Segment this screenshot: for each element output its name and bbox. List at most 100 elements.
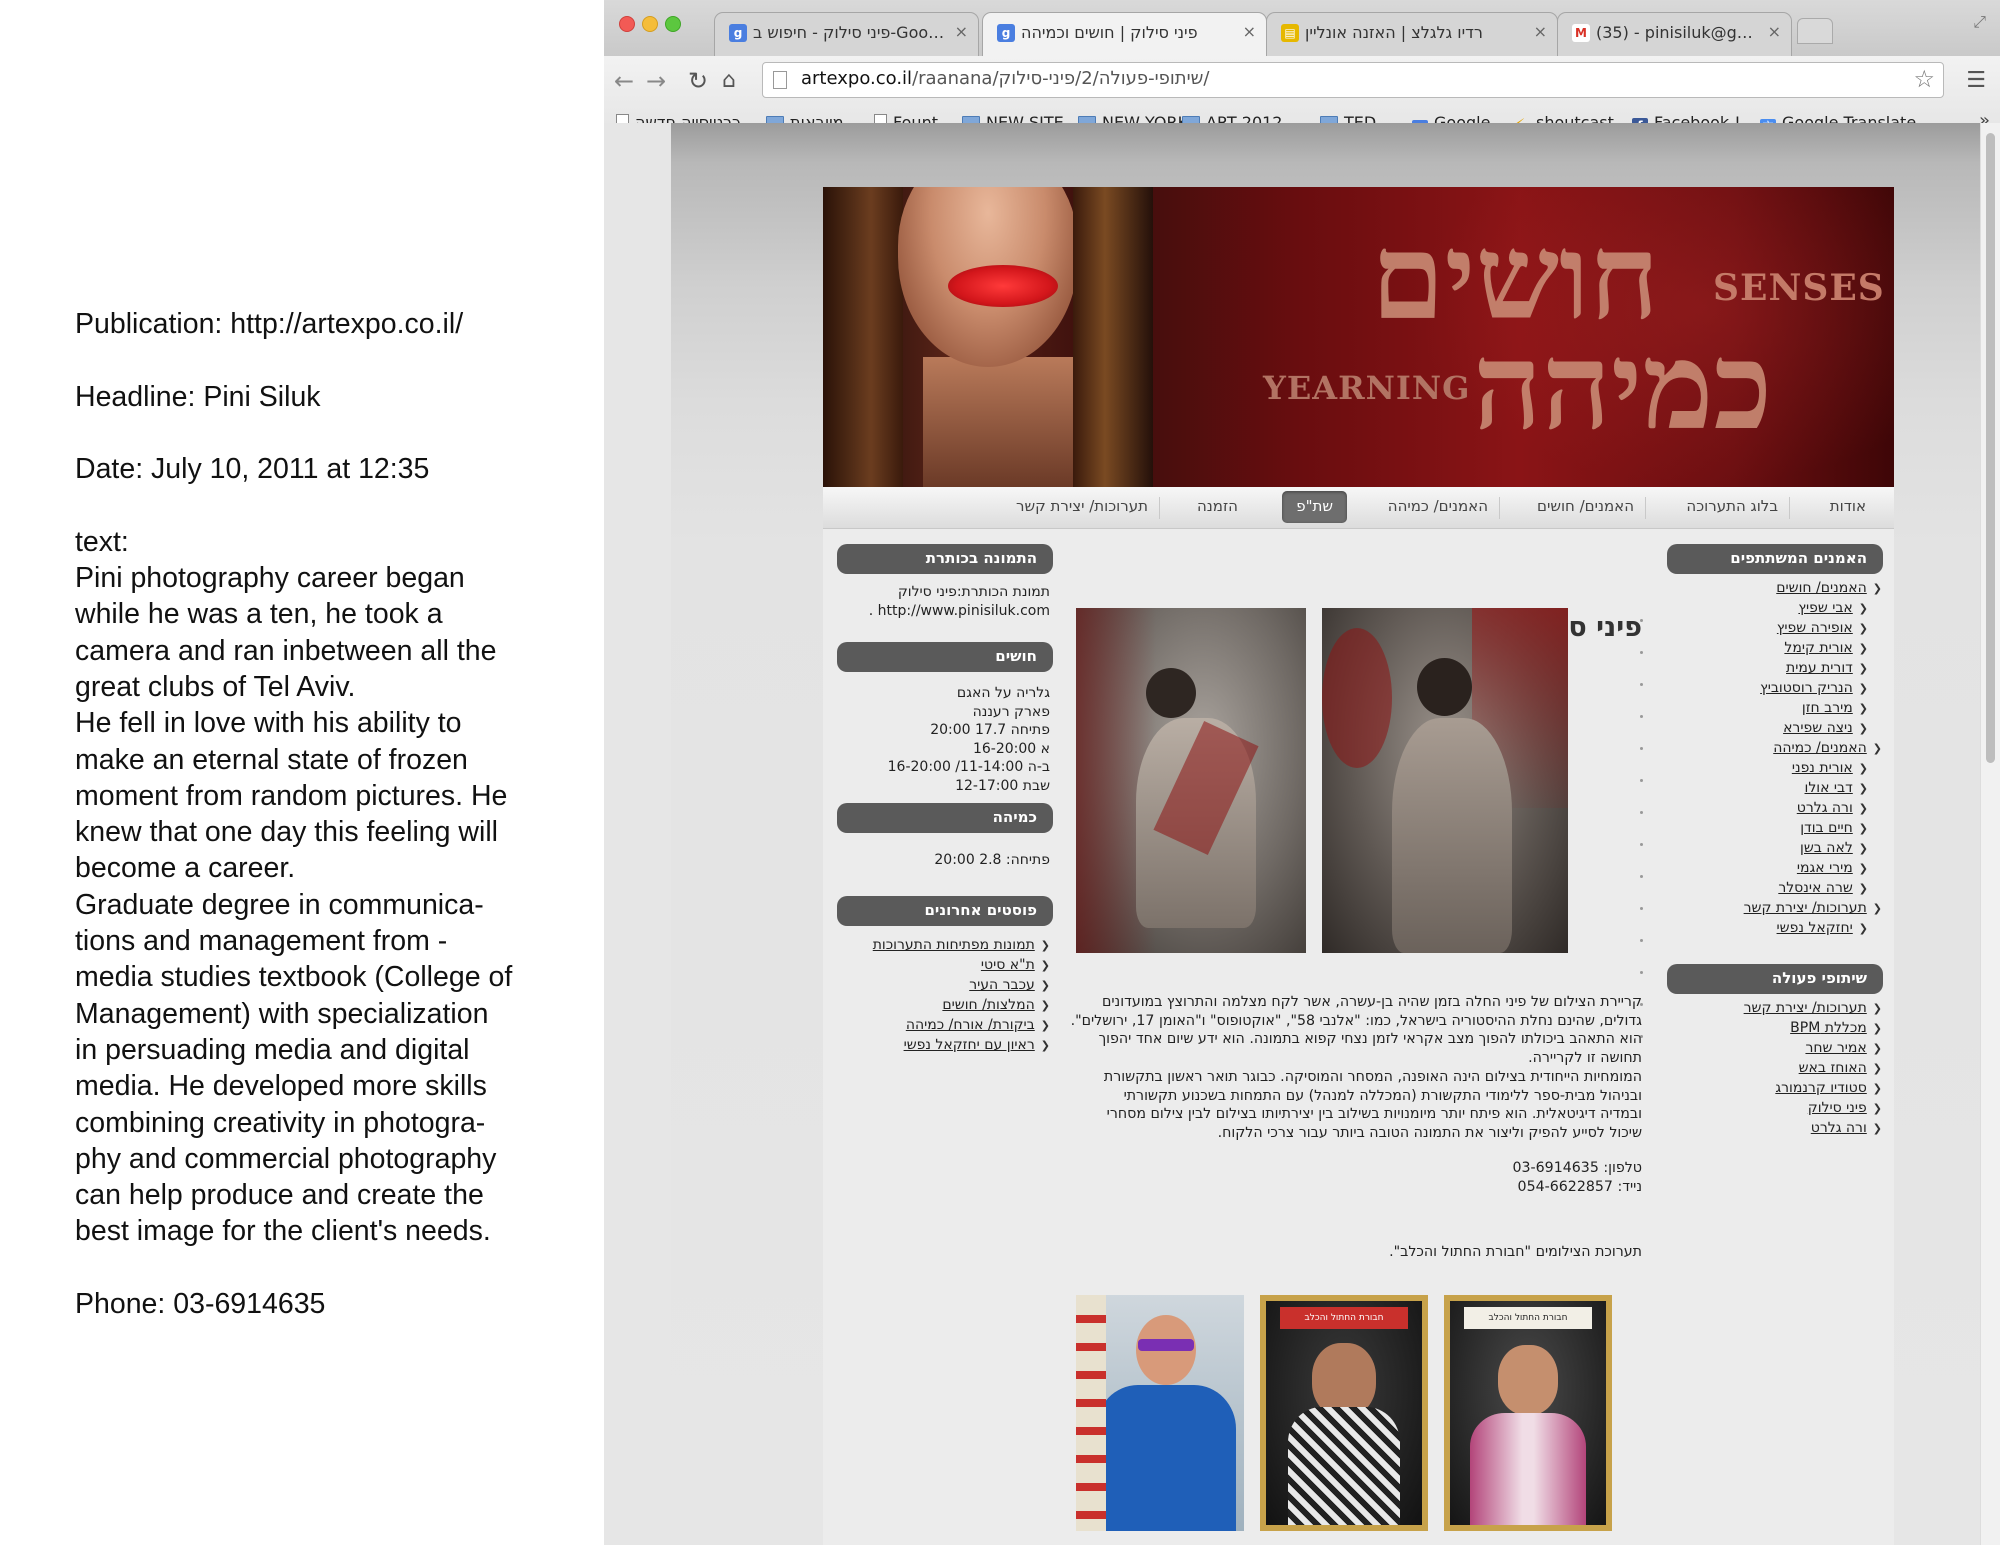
publication-line: Graduate degree in communica- bbox=[75, 888, 484, 921]
list-link[interactable]: שרה אינסלר bbox=[1778, 880, 1852, 896]
list-link[interactable]: חיים בודן bbox=[1800, 820, 1853, 836]
list-item[interactable]: ❮ ורה גלרט bbox=[1666, 1120, 1882, 1140]
list-item[interactable]: ❮ שרה אינסלר bbox=[1666, 880, 1882, 900]
list-item[interactable]: ❮ ת"א סיטי bbox=[834, 957, 1050, 977]
list-link[interactable]: ראיון עם יחזקאל נפשי bbox=[904, 1037, 1035, 1053]
decorative-dot bbox=[1640, 715, 1643, 718]
fullscreen-icon[interactable]: ⤢ bbox=[1973, 12, 1986, 32]
list-item[interactable]: ❮ אורית נפני bbox=[1666, 760, 1882, 780]
address-bar[interactable]: artexpo.co.il/raanana/שיתופי-פעולה/2/פינ… bbox=[762, 62, 1944, 98]
list-item[interactable]: ❮ חיים בודן bbox=[1666, 820, 1882, 840]
list-item[interactable]: ❮ לאה בשן bbox=[1666, 840, 1882, 860]
list-item[interactable]: ❮ אבי שפיץ bbox=[1666, 600, 1882, 620]
minimize-window-icon[interactable] bbox=[642, 16, 658, 32]
list-link[interactable]: אורית קימל bbox=[1784, 640, 1852, 656]
nav-item[interactable]: בלוג התערוכה bbox=[1686, 497, 1778, 515]
list-link[interactable]: אמיר שחר bbox=[1805, 1040, 1866, 1056]
tab-close-icon[interactable]: × bbox=[1768, 22, 1781, 41]
list-item[interactable]: ❮ פיני סילוק bbox=[1666, 1100, 1882, 1120]
list-link[interactable]: הנריק רוסטוביץ bbox=[1760, 680, 1853, 696]
list-link[interactable]: אורית נפני bbox=[1792, 760, 1853, 776]
nav-item[interactable]: האמנים/ חושים bbox=[1537, 497, 1634, 515]
list-link[interactable]: תערוכות/ יצירת קשר bbox=[1744, 900, 1867, 916]
list-item[interactable]: ❮ תמונות מפתיחות התערוכות bbox=[834, 937, 1050, 957]
list-item[interactable]: ❮ תערוכות/ יצירת קשר bbox=[1666, 1000, 1882, 1020]
list-item[interactable]: ❮ האוחז באש bbox=[1666, 1060, 1882, 1080]
list-item[interactable]: ❮ עכבר העיר bbox=[834, 977, 1050, 997]
tab-close-icon[interactable]: × bbox=[1534, 22, 1547, 41]
browser-tab[interactable]: ▤ רדיו גלגלצ | האזנה אונליין × bbox=[1266, 12, 1558, 56]
list-link[interactable]: מירי אגמי bbox=[1797, 860, 1853, 876]
list-link[interactable]: אבי שפיץ bbox=[1798, 600, 1852, 616]
list-item[interactable]: ❮ אופירה שפיץ bbox=[1666, 620, 1882, 640]
list-link[interactable]: יחזקאל נפשי bbox=[1777, 920, 1853, 936]
list-item[interactable]: ❮ מירי אגמי bbox=[1666, 860, 1882, 880]
nav-item[interactable]: תערוכות/ יצירת קשר bbox=[1016, 497, 1148, 515]
scrollbar-thumb[interactable] bbox=[1986, 133, 1995, 763]
list-item[interactable]: ❮ דורית עמית bbox=[1666, 660, 1882, 680]
list-item[interactable]: ❮ המלצות/ חושים bbox=[834, 997, 1050, 1017]
list-link[interactable]: לאה בשן bbox=[1800, 840, 1853, 856]
list-item[interactable]: ❮ תערוכות/ יצירת קשר bbox=[1666, 900, 1882, 920]
list-link[interactable]: אופירה שפיץ bbox=[1777, 620, 1853, 636]
list-link[interactable]: סטודיו קרנמורג bbox=[1775, 1080, 1866, 1096]
list-link[interactable]: האמנים/ חושים bbox=[1776, 580, 1867, 596]
chrome-menu-icon[interactable]: ☰ bbox=[1966, 68, 1986, 93]
list-link[interactable]: האמנים/ כמיהה bbox=[1773, 740, 1867, 756]
list-link[interactable]: תערוכות/ יצירת קשר bbox=[1744, 1000, 1867, 1016]
list-link[interactable]: המלצות/ חושים bbox=[942, 997, 1034, 1013]
list-link[interactable]: דורית עמית bbox=[1786, 660, 1853, 676]
list-item[interactable]: ❮ הנריק רוסטוביץ bbox=[1666, 680, 1882, 700]
list-link[interactable]: ת"א סיטי bbox=[981, 957, 1035, 973]
list-link[interactable]: דבי אולו bbox=[1805, 780, 1853, 796]
list-item[interactable]: ❮ אורית קימל bbox=[1666, 640, 1882, 660]
list-item[interactable]: ❮ ראיון עם יחזקאל נפשי bbox=[834, 1037, 1050, 1057]
poster-robe-man: חבורת החתול והכלב bbox=[1444, 1295, 1612, 1531]
list-link[interactable]: ביקורת/ אורח/ כמיהה bbox=[906, 1017, 1035, 1033]
list-item[interactable]: ❮ יחזקאל נפשי bbox=[1666, 920, 1882, 940]
banner-lips bbox=[948, 265, 1058, 307]
bookmark-star-icon[interactable]: ☆ bbox=[1913, 65, 1935, 93]
forward-arrow-icon[interactable]: → bbox=[646, 66, 666, 96]
list-link[interactable]: ורה גלרט bbox=[1797, 800, 1853, 816]
list-item[interactable]: ❮ סטודיו קרנמורג bbox=[1666, 1080, 1882, 1100]
list-item[interactable]: ❮ האמנים/ כמיהה bbox=[1666, 740, 1882, 760]
list-item[interactable]: ❮ ביקורת/ אורח/ כמיהה bbox=[834, 1017, 1050, 1037]
senses-widget-title: חושים bbox=[837, 642, 1053, 672]
list-item[interactable]: ❮ האמנים/ חושים bbox=[1666, 580, 1882, 600]
chevron-left-icon: ❮ bbox=[1858, 722, 1868, 735]
tab-close-icon[interactable]: × bbox=[955, 22, 968, 41]
list-link[interactable]: פיני סילוק bbox=[1808, 1100, 1867, 1116]
decorative-dot bbox=[1640, 811, 1643, 814]
list-link[interactable]: ורה גלרט bbox=[1811, 1120, 1867, 1136]
banner-title-senses: SENSES bbox=[1713, 267, 1885, 309]
home-icon[interactable]: ⌂ bbox=[722, 66, 736, 96]
list-link[interactable]: מכללת BPM bbox=[1790, 1020, 1867, 1036]
list-item[interactable]: ❮ ניצה שפירא bbox=[1666, 720, 1882, 740]
list-link[interactable]: האוחז באש bbox=[1799, 1060, 1867, 1076]
back-arrow-icon[interactable]: ← bbox=[614, 66, 634, 96]
artists-list: ❮ האמנים/ חושים ❮ אבי שפיץ ❮ אופירה שפיץ ❮ אורי… bbox=[1666, 580, 1882, 940]
maximize-window-icon[interactable] bbox=[665, 16, 681, 32]
tab-close-icon[interactable]: × bbox=[1243, 22, 1256, 41]
nav-item[interactable]: האמנים/ כמיהה bbox=[1388, 497, 1488, 515]
browser-tab[interactable]: M (35) - pinisiluk@gmail.com × bbox=[1557, 12, 1792, 56]
nav-item[interactable]: אודות bbox=[1830, 497, 1866, 515]
close-window-icon[interactable] bbox=[619, 16, 635, 32]
list-link[interactable]: מירב חזן bbox=[1802, 700, 1853, 716]
nav-item[interactable]: הזמנה bbox=[1197, 497, 1238, 515]
reload-icon[interactable]: ↻ bbox=[688, 66, 708, 96]
list-item[interactable]: ❮ מכללת BPM bbox=[1666, 1020, 1882, 1040]
list-link[interactable]: עכבר העיר bbox=[969, 977, 1035, 993]
list-link[interactable]: ניצה שפירא bbox=[1783, 720, 1853, 736]
browser-tab[interactable]: g פיני סילוק | חושים וכמיהה × bbox=[982, 12, 1267, 56]
list-item[interactable]: ❮ מירב חזן bbox=[1666, 700, 1882, 720]
browser-tab[interactable]: g פיני סילוק - חיפוש ב-Google × bbox=[714, 12, 979, 56]
list-item[interactable]: ❮ ורה גלרט bbox=[1666, 800, 1882, 820]
new-tab-button[interactable] bbox=[1797, 18, 1833, 44]
list-item[interactable]: ❮ דבי אולו bbox=[1666, 780, 1882, 800]
page-scrollbar[interactable] bbox=[1980, 123, 2000, 1545]
list-link[interactable]: תמונות מפתיחות התערוכות bbox=[873, 937, 1035, 953]
list-item[interactable]: ❮ אמיר שחר bbox=[1666, 1040, 1882, 1060]
nav-item[interactable]: שת"פ bbox=[1282, 491, 1347, 523]
